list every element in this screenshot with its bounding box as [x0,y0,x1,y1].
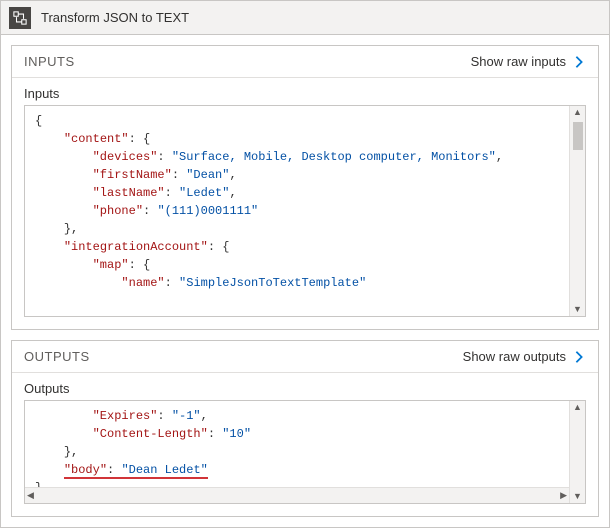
outputs-section: OUTPUTS Show raw outputs Outputs "Expire… [11,340,599,517]
scroll-thumb[interactable] [573,122,583,150]
inputs-code[interactable]: { "content": { "devices": "Surface, Mobi… [25,106,585,316]
show-raw-outputs-label: Show raw outputs [463,349,566,364]
scroll-right-icon: ▶ [558,489,569,502]
inputs-heading: INPUTS [24,54,75,69]
panel: Transform JSON to TEXT INPUTS Show raw i… [0,0,610,528]
inputs-code-box: { "content": { "devices": "Surface, Mobi… [24,105,586,317]
outputs-code-box: "Expires": "-1", "Content-Length": "10" … [24,400,586,504]
scrollbar-horizontal[interactable]: ◀ ▶ [25,487,569,503]
outputs-heading: OUTPUTS [24,349,90,364]
chevron-right-icon [572,350,586,364]
outputs-body: Outputs "Expires": "-1", "Content-Length… [12,373,598,516]
inputs-subheading: Inputs [24,86,586,101]
inputs-section: INPUTS Show raw inputs Inputs { "content… [11,45,599,330]
chevron-right-icon [572,55,586,69]
scrollbar-vertical[interactable]: ▲ ▼ [569,106,585,316]
scroll-left-icon: ◀ [25,489,36,502]
scroll-up-icon: ▲ [571,106,584,119]
page-title: Transform JSON to TEXT [41,10,189,25]
outputs-header: OUTPUTS Show raw outputs [12,341,598,373]
outputs-subheading: Outputs [24,381,586,396]
scroll-down-icon: ▼ [571,490,584,503]
show-raw-inputs-label: Show raw inputs [471,54,566,69]
scrollbar-vertical[interactable]: ▲ ▼ [569,401,585,503]
inputs-body: Inputs { "content": { "devices": "Surfac… [12,78,598,329]
body-area: INPUTS Show raw inputs Inputs { "content… [1,35,609,527]
scroll-down-icon: ▼ [571,303,584,316]
show-raw-outputs-link[interactable]: Show raw outputs [463,349,586,364]
show-raw-inputs-link[interactable]: Show raw inputs [471,54,586,69]
inputs-header: INPUTS Show raw inputs [12,46,598,78]
titlebar: Transform JSON to TEXT [1,1,609,35]
scroll-up-icon: ▲ [571,401,584,414]
transform-icon [9,7,31,29]
